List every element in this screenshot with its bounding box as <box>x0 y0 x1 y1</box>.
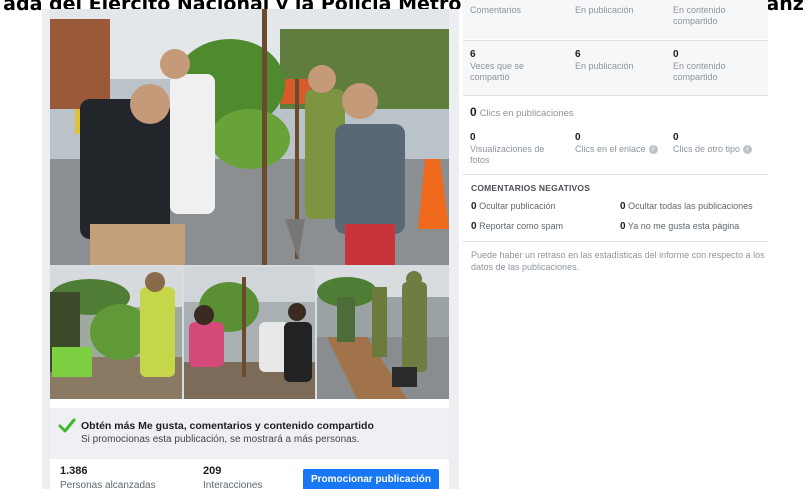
clicks-total-value: 0 <box>470 105 477 119</box>
promote-title: Obtén más Me gusta, comentarios y conten… <box>81 420 374 432</box>
comments-col1: Comentarios <box>470 5 522 15</box>
clicks-total: 0 Clics en publicaciones <box>470 105 670 119</box>
hide-post-label: Ocultar publicación <box>479 201 556 211</box>
report-spam-label: Reportar como spam <box>479 221 564 231</box>
hide-post-value: 0 <box>471 201 477 212</box>
thumb-1[interactable] <box>50 267 182 399</box>
link-clicks-label: Clics en el enlace <box>575 144 646 154</box>
interactions-value: 209 <box>203 465 222 477</box>
promote-subtitle: Si promocionas esta publicación, se most… <box>81 434 360 445</box>
divider <box>463 241 768 242</box>
link-clicks: 0 Clics en el enlace i <box>575 132 675 155</box>
comments-col2: En publicación <box>575 5 634 15</box>
info-icon[interactable]: i <box>648 145 658 155</box>
thumb-3[interactable] <box>317 267 449 399</box>
hide-all-posts-label: Ocultar todas las publicaciones <box>628 201 753 211</box>
post-card: Obtén más Me gusta, comentarios y conten… <box>50 9 449 489</box>
thumb-2[interactable] <box>184 267 315 399</box>
promote-post-button[interactable]: Promocionar publicación <box>303 469 439 489</box>
unlike-page-label: Ya no me gusta esta página <box>627 221 740 231</box>
main-photo-image <box>50 9 449 265</box>
negative-feedback-title: COMENTARIOS NEGATIVOS <box>471 183 591 193</box>
link-clicks-value: 0 <box>575 132 581 143</box>
other-clicks-value: 0 <box>673 132 679 143</box>
post-insights-panel: Comentarios En publicación En contenido … <box>463 0 768 489</box>
info-icon[interactable]: i <box>743 145 753 155</box>
photo-views: 0 Visualizaciones de fotos <box>470 132 565 166</box>
shares-on-shared: 0 En contenido compartido <box>673 49 753 83</box>
post-summary-bar: 1.386 Personas alcanzadas 209 Interaccio… <box>50 459 449 489</box>
photo-views-value: 0 <box>470 132 476 143</box>
negative-feedback-section: COMENTARIOS NEGATIVOS 0 Ocultar publicac… <box>463 175 768 239</box>
report-spam-value: 0 <box>471 221 477 232</box>
interactions-label: Interacciones <box>203 480 263 489</box>
shares-total-value: 6 <box>470 49 476 60</box>
hide-all-posts: 0 Ocultar todas las publicaciones <box>620 201 753 212</box>
shares-row: 6 Veces que se compartió 6 En publicación … <box>463 41 768 95</box>
comments-col3: En contenido compartido <box>673 5 726 26</box>
shares-on-post-value: 6 <box>575 49 581 60</box>
main-photo[interactable] <box>50 9 449 265</box>
delay-note: Puede haber un retraso en las estadístic… <box>471 250 765 272</box>
comments-row: Comentarios En publicación En contenido … <box>463 0 768 39</box>
hide-all-posts-value: 0 <box>620 201 626 212</box>
unlike-page: 0 Ya no me gusta esta página <box>620 221 739 232</box>
clicks-section: 0 Clics en publicaciones 0 Visualizaciones… <box>463 96 768 174</box>
thumb-3-image <box>317 267 449 399</box>
hide-post: 0 Ocultar publicación <box>471 201 556 212</box>
check-icon <box>58 418 76 433</box>
unlike-page-value: 0 <box>620 221 626 232</box>
report-spam: 0 Reportar como spam <box>471 221 563 232</box>
shares-on-shared-label: En contenido compartido <box>673 61 726 82</box>
other-clicks: 0 Clics de otro tipo i <box>673 132 768 155</box>
photo-grid <box>50 9 449 399</box>
photo-views-label: Visualizaciones de fotos <box>470 144 545 165</box>
shares-total-label: Veces que se compartió <box>470 61 525 82</box>
reach-label: Personas alcanzadas <box>60 480 156 489</box>
reach-value: 1.386 <box>60 465 88 477</box>
shares-on-post: 6 En publicación <box>575 49 665 72</box>
shares-on-post-label: En publicación <box>575 61 634 71</box>
thumb-2-image <box>184 267 315 399</box>
promote-suggestion: Obtén más Me gusta, comentarios y conten… <box>50 408 449 459</box>
other-clicks-label: Clics de otro tipo <box>673 144 741 154</box>
shares-total: 6 Veces que se compartió <box>470 49 565 83</box>
clicks-total-label: Clics en publicaciones <box>479 108 574 119</box>
shares-on-shared-value: 0 <box>673 49 679 60</box>
thumb-1-image <box>50 267 182 399</box>
